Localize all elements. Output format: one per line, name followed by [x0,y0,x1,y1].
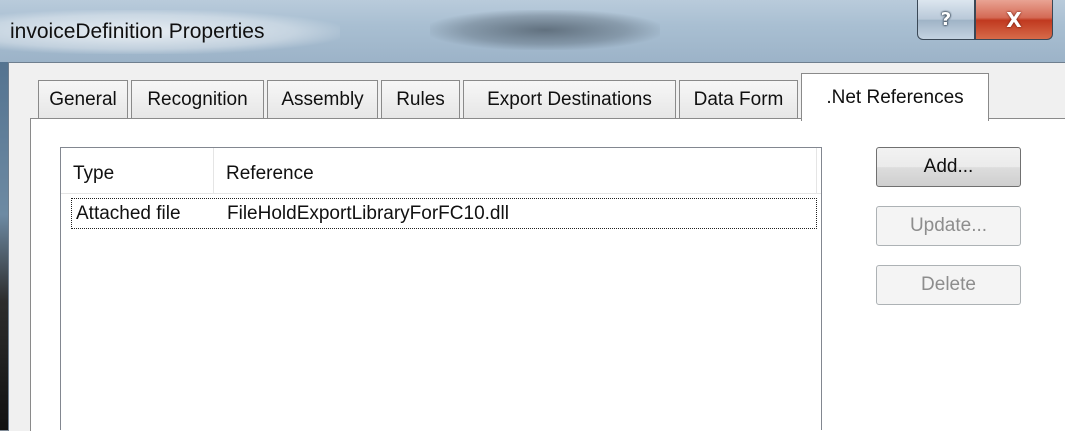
help-button[interactable]: ? [917,0,975,40]
tab-label: Rules [396,88,445,110]
close-icon: X [1006,7,1022,32]
tab-label: .Net References [826,87,964,108]
column-header-type[interactable]: Type [61,148,214,193]
tab-label: Assembly [281,88,364,110]
tab-assembly[interactable]: Assembly [267,80,378,118]
references-list[interactable]: Type Reference Attached file FileHoldExp… [60,147,822,430]
list-header: Type Reference [61,148,821,194]
window-title: invoiceDefinition Properties [10,20,265,43]
tab-net-references[interactable]: .Net References [801,73,989,121]
cell-reference: FileHoldExportLibraryForFC10.dll [227,202,509,224]
tab-recognition[interactable]: Recognition [131,80,264,118]
tab-label: Recognition [147,88,248,110]
tab-label: Data Form [693,88,784,110]
add-button[interactable]: Add... [876,147,1021,187]
delete-button[interactable]: Delete [876,265,1021,305]
list-item[interactable]: Attached file FileHoldExportLibraryForFC… [71,198,817,229]
tab-data-form[interactable]: Data Form [679,80,798,118]
title-bar[interactable]: invoiceDefinition Properties [0,0,1065,62]
tab-label: Export Destinations [487,88,652,110]
tab-export-destinations[interactable]: Export Destinations [463,80,676,118]
help-icon: ? [940,9,952,30]
tab-label: General [49,88,117,110]
column-header-reference[interactable]: Reference [214,148,817,193]
properties-dialog: invoiceDefinition Properties ? X General… [0,0,1065,431]
update-button[interactable]: Update... [876,206,1021,246]
close-button[interactable]: X [975,0,1053,40]
tab-general[interactable]: General [38,80,128,118]
cell-type: Attached file [76,202,181,224]
tab-rules[interactable]: Rules [381,80,460,118]
